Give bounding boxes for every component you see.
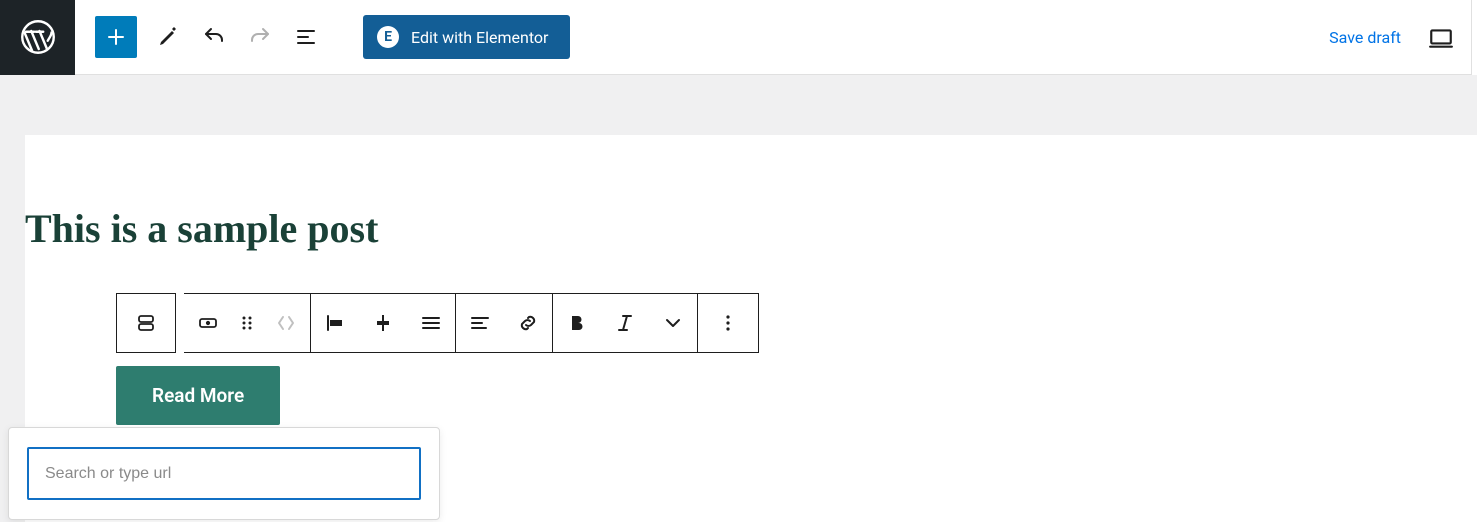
undo-button[interactable]	[191, 14, 237, 60]
redo-button[interactable]	[237, 14, 283, 60]
align-text-button[interactable]	[456, 294, 504, 352]
edit-with-elementor-button[interactable]: E Edit with Elementor	[363, 15, 570, 59]
post-title[interactable]: This is a sample post	[25, 205, 1477, 252]
link-button[interactable]	[504, 294, 552, 352]
italic-button[interactable]	[601, 294, 649, 352]
elementor-badge-icon: E	[377, 26, 399, 48]
link-url-input[interactable]	[27, 447, 421, 500]
edit-tool-button[interactable]	[145, 14, 191, 60]
justify-center-button[interactable]	[359, 294, 407, 352]
document-overview-button[interactable]	[283, 14, 329, 60]
block-options-button[interactable]	[698, 294, 758, 352]
add-block-button[interactable]	[95, 16, 137, 58]
move-up-down-button[interactable]	[262, 294, 310, 352]
select-parent-button[interactable]	[184, 294, 232, 352]
wordpress-logo[interactable]	[0, 0, 75, 75]
read-more-button-block[interactable]: Read More	[116, 366, 280, 425]
save-draft-button[interactable]: Save draft	[1329, 28, 1401, 47]
bold-button[interactable]	[553, 294, 601, 352]
block-type-button[interactable]	[117, 294, 175, 352]
justify-right-button[interactable]	[407, 294, 455, 352]
justify-left-button[interactable]	[311, 294, 359, 352]
drag-handle[interactable]	[232, 294, 262, 352]
link-popover	[8, 427, 440, 520]
more-rich-text-button[interactable]	[649, 294, 697, 352]
preview-button[interactable]	[1419, 16, 1463, 60]
elementor-button-label: Edit with Elementor	[411, 28, 548, 47]
block-toolbar	[116, 293, 759, 354]
